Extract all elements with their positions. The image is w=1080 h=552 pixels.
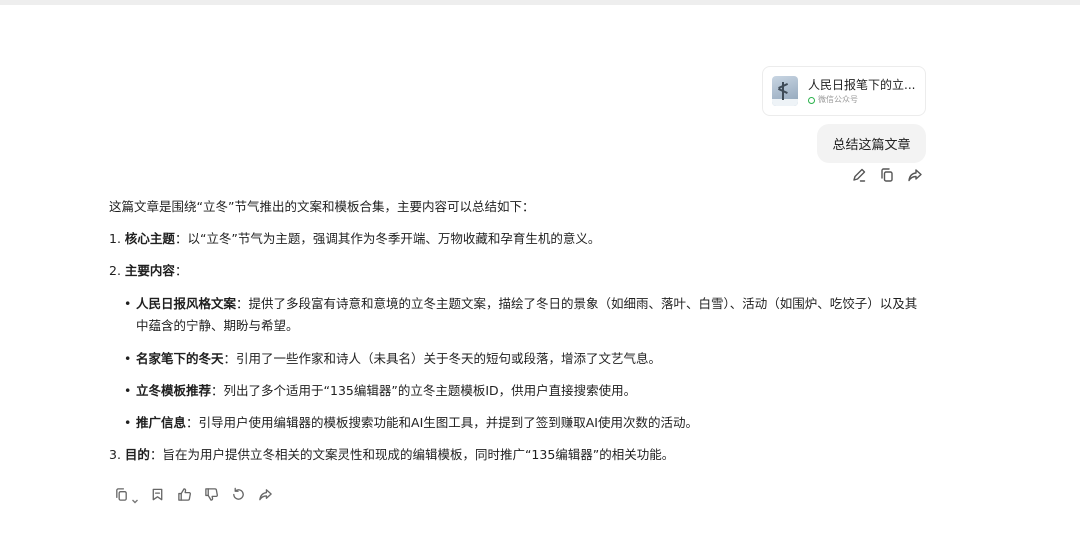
item-label: 目的 [124, 447, 150, 462]
list-item: 人民日报风格文案：提供了多段富有诗意和意境的立冬主题文案，描绘了冬日的景象（如细… [124, 293, 929, 337]
list-item: 名家笔下的冬天：引用了一些作家和诗人（未具名）关于冬天的短句或段落，增添了文艺气… [124, 349, 929, 369]
user-message-actions [850, 166, 924, 184]
answer-item-3: 3. 目的：旨在为用户提供立冬相关的文案灵性和现成的编辑模板，同时推广“135编… [109, 447, 675, 462]
answer-intro: 这篇文章是围绕“立冬”节气推出的文案和模板合集，主要内容可以总结如下： [109, 199, 535, 214]
copy-menu-button[interactable] [112, 485, 139, 504]
answer-actions [112, 485, 274, 504]
thumbs-up-icon[interactable] [175, 485, 193, 503]
regenerate-icon[interactable] [229, 485, 247, 503]
copy-icon[interactable] [878, 166, 896, 184]
top-divider [0, 0, 1080, 5]
list-item: 推广信息：引导用户使用编辑器的模板搜索功能和AI生图工具，并提到了签到赚取AI使… [124, 413, 929, 433]
share-icon[interactable] [256, 485, 274, 503]
assistant-answer: 这篇文章是围绕“立冬”节气推出的文案和模板合集，主要内容可以总结如下： 1. 核… [109, 197, 929, 477]
list-item: 立冬模板推荐：列出了多个适用于“135编辑器”的立冬主题模板ID，供用户直接搜索… [124, 381, 929, 401]
copy-icon[interactable] [112, 485, 130, 503]
user-message-bubble: 总结这篇文章 [817, 124, 926, 163]
wechat-icon [808, 96, 815, 104]
answer-item-2: 2. 主要内容： [109, 263, 188, 278]
shared-article-card[interactable]: 人民日报笔下的立... 微信公众号 [762, 66, 926, 116]
edit-icon[interactable] [850, 166, 868, 184]
share-icon[interactable] [906, 166, 924, 184]
article-title: 人民日报笔下的立... [808, 78, 916, 92]
article-thumbnail [772, 76, 798, 106]
answer-item-1: 1. 核心主题：以“立冬”节气为主题，强调其作为冬季开端、万物收藏和孕育生机的意… [109, 231, 601, 246]
sub-item-list: 人民日报风格文案：提供了多段富有诗意和意境的立冬主题文案，描绘了冬日的景象（如细… [124, 293, 929, 433]
thumbs-down-icon[interactable] [202, 485, 220, 503]
item-label: 核心主题 [124, 231, 175, 246]
bookmark-icon[interactable] [148, 485, 166, 503]
chevron-down-icon[interactable] [131, 490, 139, 504]
item-label: 主要内容 [124, 263, 175, 278]
article-source: 微信公众号 [818, 95, 858, 104]
